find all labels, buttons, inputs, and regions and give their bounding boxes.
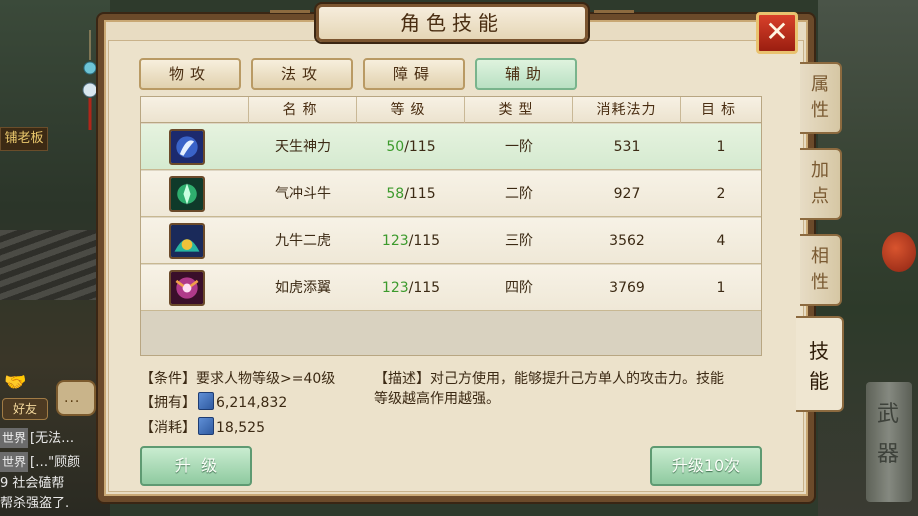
- table-row[interactable]: 九牛二虎 123/115 三阶 3562 4: [141, 218, 761, 264]
- header-mana: 消耗法力: [573, 97, 681, 123]
- skill-ruhu-icon: [169, 270, 205, 306]
- level-current: 123: [381, 233, 409, 249]
- skill-mana: 3562: [609, 233, 645, 249]
- side-tab-add-points[interactable]: 加 点: [800, 148, 842, 220]
- side-tab-skills[interactable]: 技 能: [796, 316, 844, 412]
- level-current: 58: [386, 186, 405, 202]
- table-header: 名称 等级 类型 消耗法力 目标: [141, 97, 761, 123]
- skill-mana: 3769: [609, 280, 645, 296]
- header-name: 名称: [249, 97, 357, 123]
- skill-table: 名称 等级 类型 消耗法力 目标 天生神力 50/115 一阶 531 1 气冲…: [140, 96, 762, 356]
- skill-type: 一阶: [505, 139, 533, 155]
- level-max: /115: [408, 233, 441, 249]
- title-wing-left: [270, 10, 310, 30]
- skill-name: 九牛二虎: [275, 233, 331, 249]
- upgrade-10-button[interactable]: 升级10次: [650, 446, 762, 486]
- tab-support[interactable]: 辅助: [475, 58, 577, 90]
- skill-mana: 927: [613, 186, 641, 202]
- skill-target: 2: [716, 186, 726, 202]
- title-wing-right: [594, 10, 634, 30]
- level-current: 123: [381, 280, 409, 296]
- handshake-icon[interactable]: 🤝: [4, 372, 44, 396]
- close-button[interactable]: ✕: [756, 12, 798, 54]
- side-tab-affinity[interactable]: 相 性: [800, 234, 842, 306]
- upgrade-button[interactable]: 升 级: [140, 446, 252, 486]
- level-max: /115: [408, 280, 441, 296]
- window-title-banner: 角色技能: [316, 4, 588, 42]
- skill-level: 123/115: [357, 265, 465, 311]
- owned-label: 【拥有】: [140, 395, 196, 411]
- friend-button[interactable]: 好友: [2, 398, 48, 420]
- cost-label: 【消耗】: [140, 420, 196, 436]
- tab-obstruction[interactable]: 障碍: [363, 58, 465, 90]
- skill-type: 三阶: [505, 233, 533, 249]
- chat-line[interactable]: 9 社会磕帮: [0, 474, 110, 494]
- hanging-ornament-icon: [82, 30, 98, 130]
- skill-book-icon: [198, 392, 214, 410]
- chat-text: [无法…: [30, 431, 75, 446]
- tab-magic-attack[interactable]: 法攻: [251, 58, 353, 90]
- skill-target: 1: [716, 280, 726, 296]
- chat-text: 帮杀强盗了.: [0, 496, 70, 511]
- header-type: 类型: [465, 97, 573, 123]
- cost-value: 18,525: [216, 420, 265, 436]
- chat-line[interactable]: 世界 [无法…: [0, 428, 110, 448]
- skill-target: 4: [716, 233, 726, 249]
- header-target: 目标: [701, 102, 741, 118]
- skill-tiansheng-icon: [169, 129, 205, 165]
- table-row[interactable]: 如虎添翼 123/115 四阶 3769 1: [141, 265, 761, 311]
- shop-sign: 铺老板: [0, 127, 48, 151]
- skill-level: 50/115: [357, 124, 465, 170]
- skill-qichong-icon: [169, 176, 205, 212]
- level-current: 50: [386, 139, 405, 155]
- skill-mana: 531: [613, 139, 641, 155]
- tablet-char: 器: [876, 442, 899, 467]
- lantern-icon: [882, 232, 916, 272]
- skill-type: 二阶: [505, 186, 533, 202]
- owned-value: 6,214,832: [216, 395, 288, 411]
- skill-target: 1: [716, 139, 726, 155]
- side-tab-attributes[interactable]: 属 性: [800, 62, 842, 134]
- header-icon-col: [141, 97, 249, 123]
- skill-type: 四阶: [505, 280, 533, 296]
- skill-description-line2: 等级越高作用越强。: [374, 391, 500, 407]
- level-max: /115: [404, 139, 436, 155]
- chat-line[interactable]: 世界 […"顾颜: [0, 452, 110, 472]
- chat-text: 9 社会磕帮: [0, 476, 65, 491]
- chat-channel-tag: 世界: [0, 452, 29, 472]
- chat-bubble-icon[interactable]: ...: [56, 380, 96, 416]
- window-title: 角色技能: [400, 11, 504, 35]
- tab-physical-attack[interactable]: 物攻: [139, 58, 241, 90]
- cost-points: 【消耗】 18,525: [140, 417, 265, 437]
- chat-line[interactable]: 帮杀强盗了.: [0, 494, 110, 514]
- skill-condition: 【条件】要求人物等级>=40级: [140, 371, 336, 387]
- owned-points: 【拥有】 6,214,832: [140, 392, 287, 412]
- skill-level: 123/115: [357, 218, 465, 264]
- skill-book-icon: [198, 417, 214, 435]
- skill-name: 天生神力: [275, 139, 331, 155]
- table-row[interactable]: 天生神力 50/115 一阶 531 1: [141, 124, 761, 170]
- chat-text: […"顾颜: [30, 455, 81, 470]
- close-icon: ✕: [765, 15, 789, 48]
- tablet-char: 武: [876, 402, 899, 427]
- skill-level: 58/115: [357, 171, 465, 217]
- skill-jiuniu-icon: [169, 223, 205, 259]
- skill-description-line1: 【描述】对己方使用，能够提升己方单人的攻击力。技能: [374, 371, 724, 387]
- table-empty-area: [141, 311, 761, 355]
- skill-name: 气冲斗牛: [275, 186, 331, 202]
- table-row[interactable]: 气冲斗牛 58/115 二阶 927 2: [141, 171, 761, 217]
- chat-channel-tag: 世界: [0, 428, 29, 448]
- skill-name: 如虎添翼: [275, 280, 331, 296]
- level-max: /115: [404, 186, 436, 202]
- header-level: 等级: [357, 97, 465, 123]
- background-roof: [0, 230, 110, 300]
